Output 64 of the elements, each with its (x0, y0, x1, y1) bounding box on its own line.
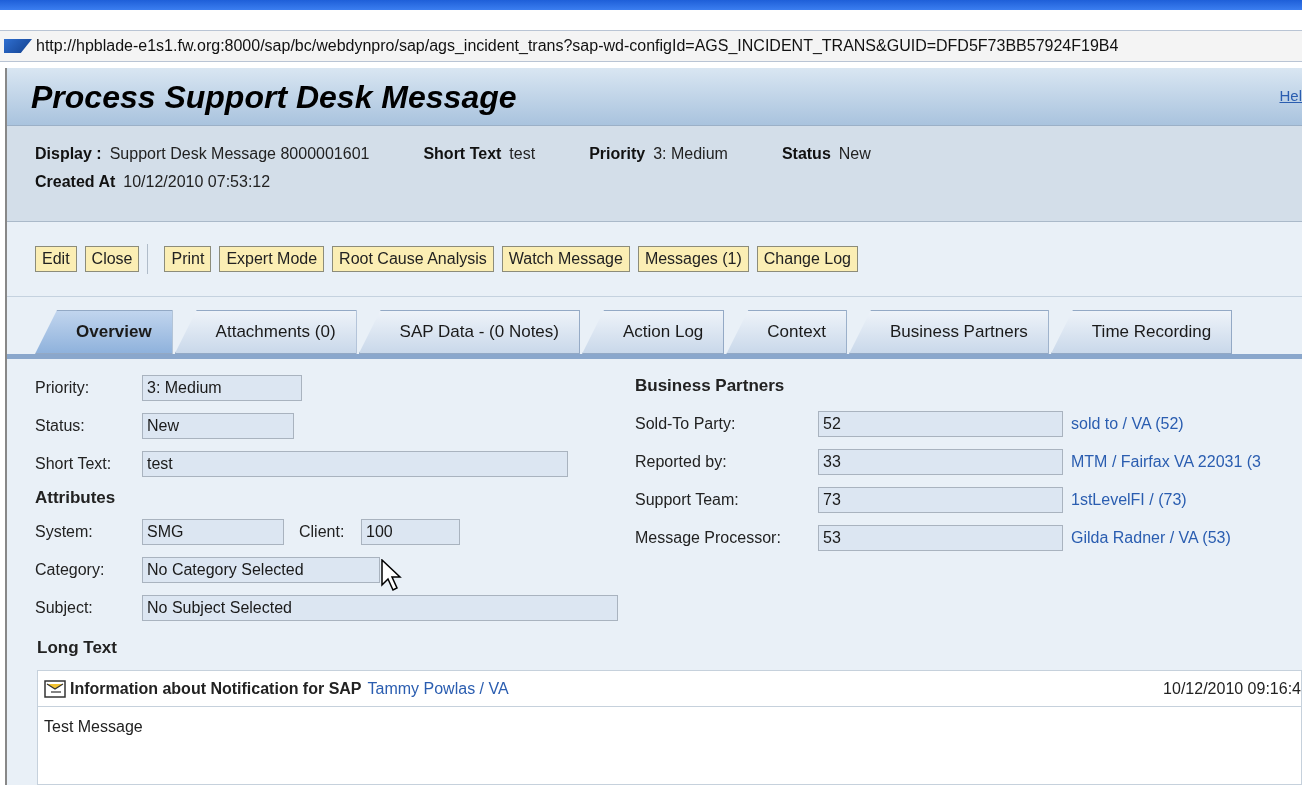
tab[interactable]: Attachments (0) (174, 310, 357, 354)
display-field: SMG (142, 518, 284, 545)
section-title: Business Partners (635, 375, 786, 397)
toolbar-button[interactable]: Root Cause Analysis (332, 246, 494, 272)
tab[interactable]: Overview (35, 310, 173, 354)
cursor-icon (381, 558, 403, 593)
field-label: Message Processor: (635, 527, 782, 548)
page-title: Process Support Desk Message (31, 77, 517, 117)
display-field: 100 (361, 518, 460, 545)
tab[interactable]: Action Log (581, 310, 725, 354)
tab[interactable]: Business Partners (848, 310, 1049, 354)
header-label: Display : (35, 144, 102, 164)
header-value: 3: Medium (653, 144, 728, 164)
section-title: Long Text (36, 636, 118, 659)
header-value: 10/12/2010 07:53:12 (123, 172, 271, 192)
help-link[interactable]: Hel (1279, 85, 1302, 108)
toolbar-button[interactable]: Change Log (756, 246, 858, 272)
field-label: Status: (35, 416, 86, 436)
partner-link[interactable]: MTM / Fairfax VA 22031 (3 (1071, 449, 1261, 474)
header-value: Support Desk Message 8000001601 (109, 144, 370, 164)
header-label: Priority (589, 144, 646, 164)
toolbar-button[interactable]: Watch Message (501, 246, 630, 272)
field-label: System: (35, 521, 94, 542)
message-body: Test Message (43, 717, 144, 737)
envelope-icon (44, 679, 66, 698)
header-label: Status (781, 144, 831, 164)
toolbar-button[interactable]: Close (84, 246, 140, 272)
address-bar[interactable]: http://hpblade-e1s1.fw.org:8000/sap/bc/webdynpro/sap/ags_incident_trans?sap-wd-configId=AGS_INCIDENT_TRANS&GUID=DFD5F73BB57924F19B4 (0, 30, 1302, 62)
header-label: Created At (35, 172, 116, 192)
field-label: Sold-To Party: (635, 413, 737, 434)
display-field: test (142, 451, 568, 477)
display-field: No Category Selected (142, 556, 380, 583)
field-label: Short Text: (35, 454, 113, 474)
display-field: 3: Medium (142, 375, 302, 401)
section-title: Attributes (35, 487, 117, 509)
tab[interactable]: Time Recording (1050, 310, 1233, 354)
header-value: New (838, 144, 871, 164)
display-field: 52 (818, 410, 1063, 437)
toolbar-button[interactable]: Expert Mode (219, 246, 325, 272)
field-label: Category: (35, 559, 106, 580)
field-label: Support Team: (635, 489, 740, 510)
field-label: Client: (299, 521, 346, 542)
toolbar-button[interactable]: Edit (35, 246, 77, 272)
field-label: Reported by: (635, 451, 728, 472)
field-label: Priority: (35, 378, 91, 398)
header-value: test (509, 144, 536, 164)
display-field: New (142, 413, 294, 439)
partner-link[interactable]: sold to / VA (52) (1071, 411, 1184, 436)
sap-logo-icon (4, 39, 32, 53)
field-label: Subject: (35, 597, 94, 618)
display-field: No Subject Selected (142, 594, 618, 621)
display-field: 53 (818, 524, 1063, 551)
partner-link[interactable]: Gilda Radner / VA (53) (1071, 525, 1231, 550)
tab[interactable]: SAP Data - (0 Notes) (358, 310, 580, 354)
display-field: 33 (818, 448, 1063, 475)
toolbar-button[interactable]: Messages (1) (637, 246, 749, 272)
toolbar-button[interactable]: Print (164, 246, 212, 272)
partner-link[interactable]: 1stLevelFI / (73) (1071, 487, 1187, 512)
message-timestamp: 10/12/2010 09:16:4 (1163, 678, 1301, 699)
header-label: Short Text (423, 144, 502, 164)
display-field: 73 (818, 486, 1063, 513)
author-link[interactable]: Tammy Powlas / VA (367, 676, 509, 701)
message-heading: Information about Notification for SAP (70, 678, 362, 699)
tab[interactable]: Context (726, 310, 847, 354)
